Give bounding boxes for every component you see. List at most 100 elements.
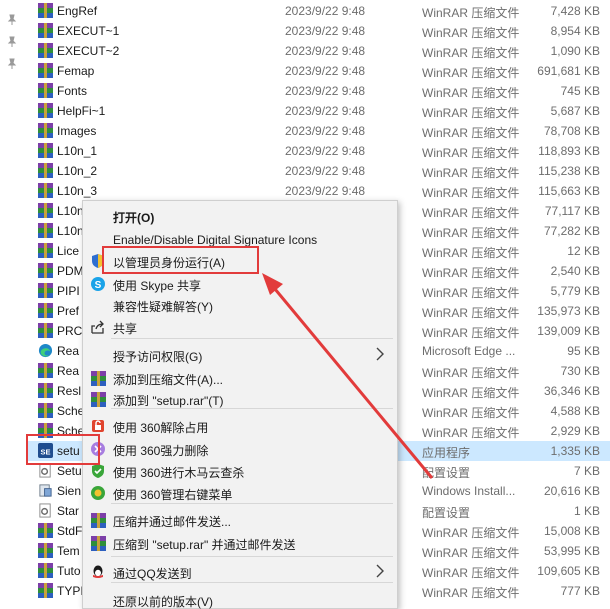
file-name: Rea bbox=[57, 344, 80, 358]
file-name: EngRef bbox=[57, 4, 98, 18]
file-name: PDM bbox=[57, 264, 84, 278]
context-menu-item-label: 使用 360强力删除 bbox=[113, 444, 209, 458]
share-icon bbox=[90, 319, 106, 335]
file-row[interactable]: L10n_2 2023/9/22 9:48 WinRAR 压缩文件 115,238 K… bbox=[28, 161, 610, 181]
context-menu-item-label: 打开(O) bbox=[113, 211, 155, 225]
file-date: 2023/9/22 9:48 bbox=[285, 124, 366, 138]
file-size: 4,588 KB bbox=[550, 404, 600, 418]
file-row[interactable]: L10n_3 2023/9/22 9:48 WinRAR 压缩文件 115,663 K… bbox=[28, 181, 610, 201]
file-type: WinRAR 压缩文件 bbox=[422, 586, 520, 600]
file-name: L10n_1 bbox=[57, 144, 98, 158]
context-menu-item[interactable]: 使用 360管理右键菜单 bbox=[83, 482, 397, 504]
skype-icon: S bbox=[90, 276, 106, 292]
file-size: 5,779 KB bbox=[550, 284, 600, 298]
file-type: WinRAR 压缩文件 bbox=[422, 406, 520, 420]
context-menu-item[interactable]: 授予访问权限(G) bbox=[83, 344, 397, 366]
context-menu-item-label: 通过QQ发送到 bbox=[113, 567, 192, 581]
pin-icon[interactable] bbox=[6, 58, 18, 70]
file-type: WinRAR 压缩文件 bbox=[422, 66, 520, 80]
context-menu-item[interactable]: 压缩到 "setup.rar" 并通过邮件发送 bbox=[83, 532, 397, 554]
file-row[interactable]: L10n_1 2023/9/22 9:48 WinRAR 压缩文件 118,893 K… bbox=[28, 141, 610, 161]
context-menu-item[interactable]: 压缩并通过邮件发送... bbox=[83, 509, 397, 531]
file-name: Star bbox=[57, 504, 80, 518]
file-name: StdF bbox=[57, 524, 83, 538]
file-type: Windows Install... bbox=[422, 484, 516, 498]
context-menu-item[interactable]: 共享 bbox=[83, 316, 397, 338]
file-type: WinRAR 压缩文件 bbox=[422, 46, 520, 60]
winrar-icon bbox=[38, 123, 53, 138]
context-menu-item[interactable]: 还原以前的版本(V) bbox=[83, 589, 397, 609]
context-menu-item-label: 使用 360解除占用 bbox=[113, 421, 209, 435]
context-menu-item[interactable]: 通过QQ发送到 bbox=[83, 561, 397, 583]
file-type: WinRAR 压缩文件 bbox=[422, 426, 520, 440]
file-size: 1,090 KB bbox=[550, 44, 600, 58]
winrar-icon bbox=[90, 391, 106, 407]
context-menu-item[interactable]: 使用 360强力删除 bbox=[83, 438, 397, 460]
file-size: 53,995 KB bbox=[543, 544, 600, 558]
file-name: L10n_3 bbox=[57, 184, 98, 198]
360-scan-icon bbox=[90, 463, 106, 479]
winrar-icon bbox=[38, 303, 53, 318]
file-size: 20,616 KB bbox=[543, 484, 600, 498]
file-date: 2023/9/22 9:48 bbox=[285, 4, 366, 18]
context-menu-item-label: 使用 360进行木马云查杀 bbox=[113, 466, 245, 480]
winrar-icon bbox=[38, 323, 53, 338]
winrar-icon bbox=[38, 363, 53, 378]
file-size: 36,346 KB bbox=[543, 384, 600, 398]
highlight-run-as-admin bbox=[102, 246, 259, 274]
context-menu-item-label: 压缩并通过邮件发送... bbox=[113, 515, 232, 529]
file-row[interactable]: EngRef 2023/9/22 9:48 WinRAR 压缩文件 7,428 KB bbox=[28, 1, 610, 21]
file-size: 745 KB bbox=[560, 84, 600, 98]
file-type: WinRAR 压缩文件 bbox=[422, 546, 520, 560]
pin-icon[interactable] bbox=[6, 36, 18, 48]
file-size: 2,540 KB bbox=[550, 264, 600, 278]
file-type: 配置设置 bbox=[422, 466, 471, 480]
svg-text:S: S bbox=[95, 280, 102, 291]
file-row[interactable]: Femap 2023/9/22 9:48 WinRAR 压缩文件 691,681 KB bbox=[28, 61, 610, 81]
file-type: WinRAR 压缩文件 bbox=[422, 206, 520, 220]
winrar-icon bbox=[38, 3, 53, 18]
file-row[interactable]: EXECUT~2 2023/9/22 9:48 WinRAR 压缩文件 1,090 K… bbox=[28, 41, 610, 61]
context-menu-item[interactable]: 打开(O) bbox=[83, 205, 397, 227]
file-row[interactable]: EXECUT~1 2023/9/22 9:48 WinRAR 压缩文件 8,954 K… bbox=[28, 21, 610, 41]
file-name: Pref bbox=[57, 304, 80, 318]
file-row[interactable]: HelpFi~1 2023/9/22 9:48 WinRAR 压缩文件 5,687 K… bbox=[28, 101, 610, 121]
file-name: Images bbox=[57, 124, 97, 138]
winrar-icon bbox=[38, 543, 53, 558]
file-size: 1,335 KB bbox=[550, 444, 600, 458]
winrar-icon bbox=[38, 563, 53, 578]
pin-icon[interactable] bbox=[6, 14, 18, 26]
file-date: 2023/9/22 9:48 bbox=[285, 144, 366, 158]
file-date: 2023/9/22 9:48 bbox=[285, 64, 366, 78]
context-menu-item[interactable]: S 使用 Skype 共享 bbox=[83, 273, 397, 295]
file-type: WinRAR 压缩文件 bbox=[422, 326, 520, 340]
file-name: Lice bbox=[57, 244, 80, 258]
context-menu-item[interactable]: 添加到 "setup.rar"(T) bbox=[83, 388, 397, 410]
file-name: Sche bbox=[57, 404, 85, 418]
file-type: WinRAR 压缩文件 bbox=[422, 126, 520, 140]
file-type: 配置设置 bbox=[422, 506, 471, 520]
file-name: Tuto bbox=[57, 564, 81, 578]
context-menu-item[interactable]: 兼容性疑难解答(Y) bbox=[83, 294, 397, 316]
winrar-icon bbox=[38, 263, 53, 278]
winrar-icon bbox=[90, 512, 106, 528]
file-name: L10n bbox=[57, 204, 84, 218]
file-date: 2023/9/22 9:48 bbox=[285, 104, 366, 118]
config-file-icon bbox=[38, 463, 53, 478]
config-file-icon bbox=[38, 503, 53, 518]
file-size: 115,238 KB bbox=[538, 164, 600, 178]
context-menu-item[interactable]: 添加到压缩文件(A)... bbox=[83, 367, 397, 389]
winrar-icon bbox=[38, 103, 53, 118]
file-type: WinRAR 压缩文件 bbox=[422, 526, 520, 540]
file-size: 691,681 KB bbox=[537, 64, 600, 78]
context-menu-item[interactable]: 使用 360解除占用 bbox=[83, 415, 397, 437]
winrar-icon bbox=[38, 283, 53, 298]
file-date: 2023/9/22 9:48 bbox=[285, 84, 366, 98]
file-row[interactable]: Images 2023/9/22 9:48 WinRAR 压缩文件 78,708 KB bbox=[28, 121, 610, 141]
file-name: Fonts bbox=[57, 84, 88, 98]
file-row[interactable]: Fonts 2023/9/22 9:48 WinRAR 压缩文件 745 KB bbox=[28, 81, 610, 101]
file-size: 7 KB bbox=[573, 464, 600, 478]
file-size: 5,687 KB bbox=[550, 104, 600, 118]
context-menu-item[interactable]: 使用 360进行木马云查杀 bbox=[83, 460, 397, 482]
file-type: WinRAR 压缩文件 bbox=[422, 266, 520, 280]
